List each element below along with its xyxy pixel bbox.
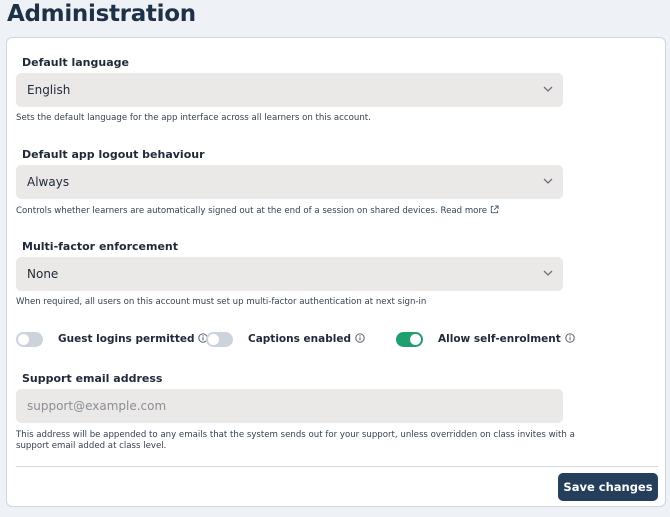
- chevron-down-icon: [543, 178, 553, 184]
- mfa-help: When required, all users on this account…: [16, 297, 427, 307]
- guest-logins-text: Guest logins permitted: [58, 333, 195, 345]
- toggle-knob: [410, 334, 421, 345]
- save-changes-button[interactable]: Save changes: [558, 473, 658, 501]
- mfa-select[interactable]: None: [16, 257, 563, 291]
- default-language-help: Sets the default language for the app in…: [16, 113, 371, 123]
- logout-help-text: Controls whether learners are automatica…: [16, 206, 488, 216]
- toggle-knob: [208, 334, 219, 345]
- support-email-help: This address will be appended to any ema…: [16, 430, 575, 452]
- captions-toggle[interactable]: [206, 332, 233, 347]
- self-enrolment-toggle[interactable]: [396, 332, 423, 347]
- support-email-input[interactable]: [16, 389, 563, 423]
- logout-behaviour-select[interactable]: Always: [16, 165, 563, 199]
- info-icon[interactable]: [565, 333, 575, 343]
- settings-card: Default language English Sets the defaul…: [6, 37, 666, 507]
- logout-behaviour-label: Default app logout behaviour: [22, 148, 205, 161]
- mfa-value: None: [27, 267, 59, 281]
- divider: [16, 466, 658, 467]
- captions-label: Captions enabled: [248, 333, 365, 345]
- self-enrolment-text: Allow self-enrolment: [438, 333, 561, 345]
- support-email-label: Support email address: [22, 372, 163, 385]
- toggle-row: Guest logins permitted Captions enabled …: [16, 331, 576, 349]
- captions-text: Captions enabled: [248, 333, 351, 345]
- logout-behaviour-value: Always: [27, 175, 70, 189]
- default-language-select[interactable]: English: [16, 73, 563, 107]
- default-language-value: English: [27, 83, 71, 97]
- external-link-icon[interactable]: [490, 205, 499, 214]
- guest-logins-toggle[interactable]: [16, 332, 43, 347]
- page-title: Administration: [7, 1, 196, 27]
- self-enrolment-label: Allow self-enrolment: [438, 333, 575, 345]
- info-icon[interactable]: [355, 333, 365, 343]
- default-language-label: Default language: [22, 56, 129, 69]
- chevron-down-icon: [543, 86, 553, 92]
- support-email-help-line1: This address will be appended to any ema…: [16, 430, 575, 440]
- support-email-help-line2: support email added at class level.: [16, 441, 167, 451]
- logout-behaviour-help: Controls whether learners are automatica…: [16, 205, 499, 217]
- guest-logins-label: Guest logins permitted: [58, 333, 222, 345]
- mfa-label: Multi-factor enforcement: [22, 240, 178, 253]
- toggle-knob: [18, 334, 29, 345]
- chevron-down-icon: [543, 270, 553, 276]
